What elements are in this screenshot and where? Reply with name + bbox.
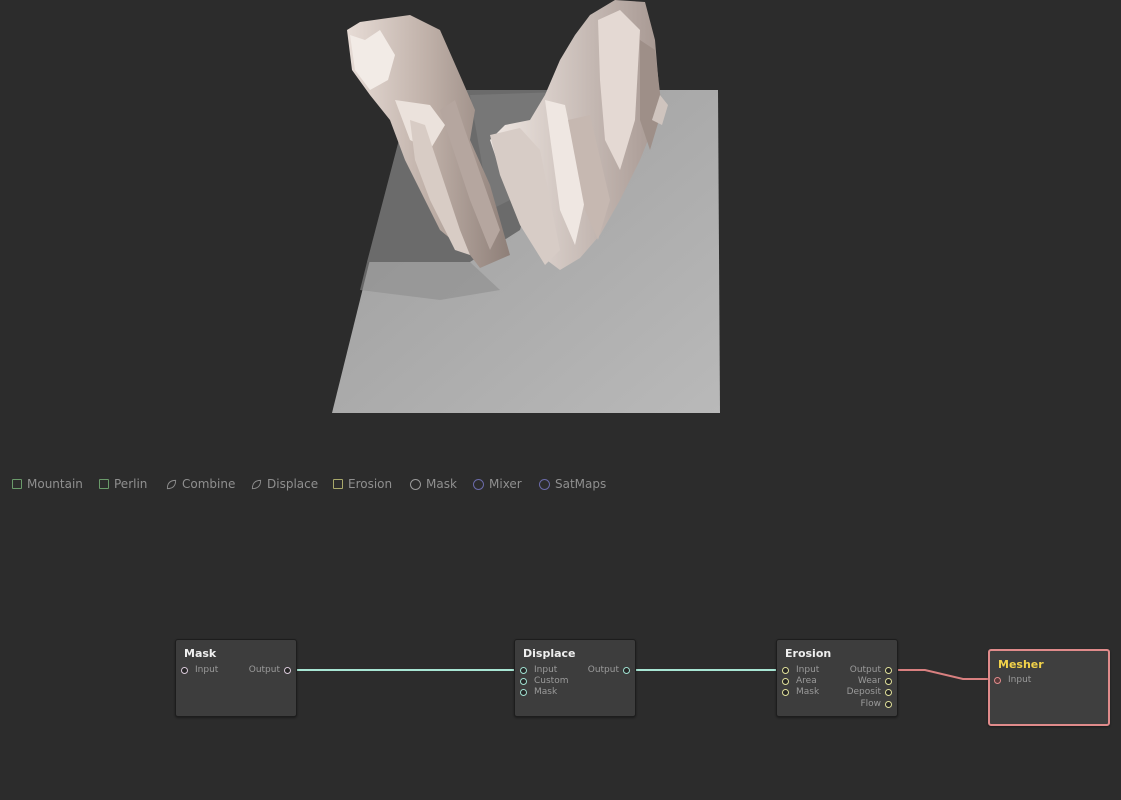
output-port-dot[interactable] (284, 666, 291, 674)
port-output[interactable]: Output (249, 665, 291, 675)
port-input[interactable]: Input (181, 665, 218, 675)
output-port-dot[interactable] (885, 700, 892, 708)
input-port-dot[interactable] (782, 688, 789, 696)
port-flow[interactable]: Flow (860, 699, 892, 709)
port-input[interactable]: Input (782, 665, 819, 675)
port-label: Input (534, 665, 558, 675)
port-label: Mask (534, 687, 558, 697)
port-label: Output (248, 665, 280, 675)
node-erosion[interactable]: Erosion Input Area Mask Output Wear Depo… (776, 639, 898, 717)
port-label: Deposit (846, 687, 881, 697)
input-port-dot[interactable] (520, 677, 527, 685)
port-label: Input (195, 665, 219, 675)
input-port-dot[interactable] (181, 666, 188, 674)
port-custom[interactable]: Custom (520, 676, 568, 686)
port-label: Output (587, 665, 619, 675)
node-mask[interactable]: Mask Input Output (175, 639, 297, 717)
port-output[interactable]: Output (850, 665, 892, 675)
port-label: Mask (796, 687, 820, 697)
node-displace[interactable]: Displace Input Custom Mask Output (514, 639, 636, 717)
port-label: Custom (534, 676, 569, 686)
node-title: Erosion (785, 647, 832, 660)
port-deposit[interactable]: Deposit (847, 687, 892, 697)
node-mesher[interactable]: Mesher Input (988, 649, 1110, 726)
port-area[interactable]: Area (782, 676, 817, 686)
input-port-dot[interactable] (782, 677, 789, 685)
output-port-dot[interactable] (885, 677, 892, 685)
port-label: Input (1008, 675, 1032, 685)
port-label: Flow (860, 699, 881, 709)
port-wear[interactable]: Wear (858, 676, 892, 686)
input-port-dot[interactable] (520, 666, 527, 674)
port-output[interactable]: Output (588, 665, 630, 675)
port-input[interactable]: Input (520, 665, 557, 675)
port-mask[interactable]: Mask (520, 687, 557, 697)
output-port-dot[interactable] (885, 666, 892, 674)
port-label: Area (796, 676, 817, 686)
port-mask[interactable]: Mask (782, 687, 819, 697)
wire-erosion-mesher[interactable] (892, 669, 992, 680)
input-port-dot[interactable] (994, 676, 1001, 684)
input-port-dot[interactable] (520, 688, 527, 696)
input-port-dot[interactable] (782, 666, 789, 674)
output-port-dot[interactable] (885, 688, 892, 696)
port-label: Output (849, 665, 881, 675)
port-label: Wear (857, 676, 881, 686)
output-port-dot[interactable] (623, 666, 630, 674)
node-title: Mask (184, 647, 217, 660)
port-input[interactable]: Input (994, 675, 1031, 685)
node-title: Displace (523, 647, 576, 660)
node-title: Mesher (998, 658, 1044, 671)
port-label: Input (796, 665, 820, 675)
